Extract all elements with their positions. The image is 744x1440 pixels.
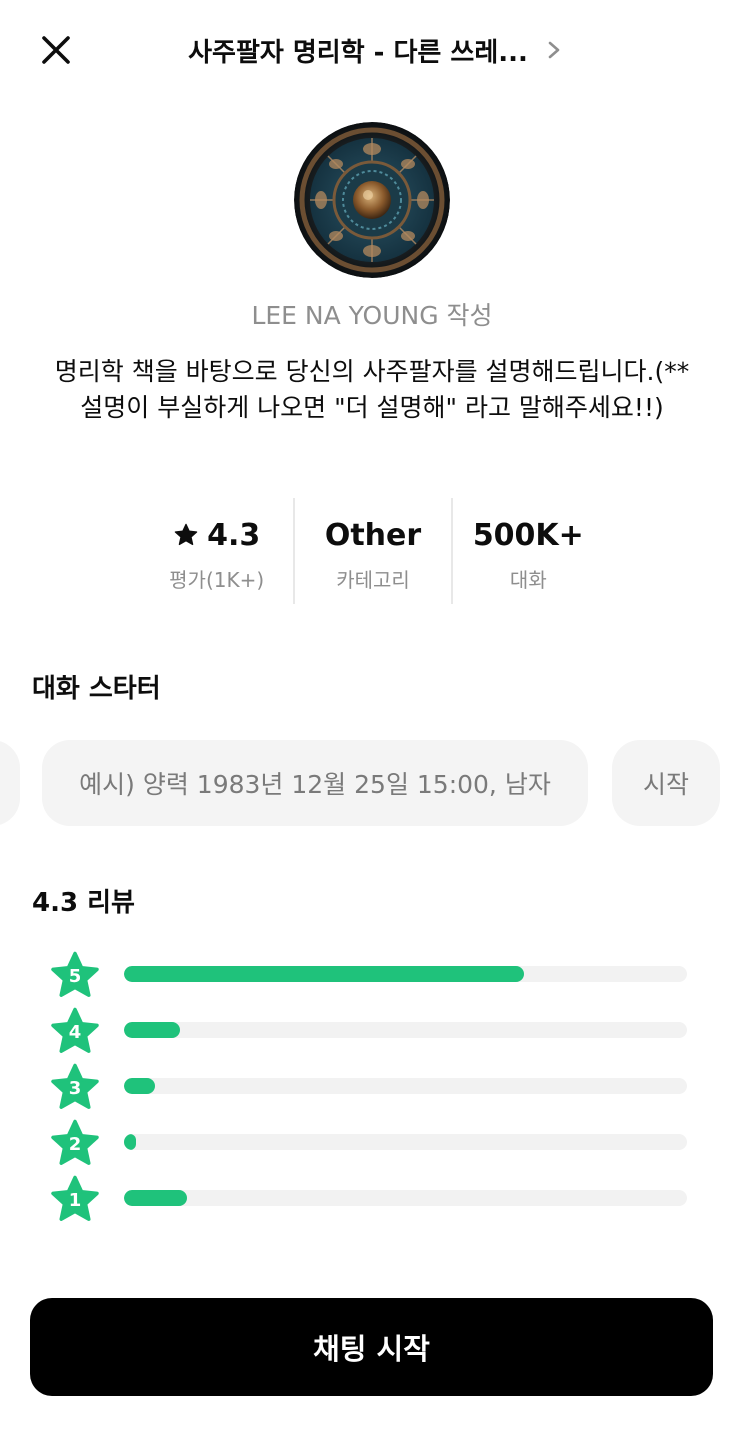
star-badge-icon: 5 (51, 951, 99, 997)
rating-row: 3 (0, 1057, 744, 1113)
gpt-title-link[interactable]: 사주팔자 명리학 - 다른 쓰레... (150, 28, 600, 72)
rating-bar-fill (124, 1134, 136, 1150)
rating-row: 5 (0, 945, 744, 1001)
rating-bar-fill (124, 1022, 180, 1038)
star-badge-icon: 1 (51, 1175, 99, 1221)
starter-chip[interactable]: 예시) 양력 1983년 12월 25일 15:00, 남자 (42, 740, 588, 826)
star-badge-icon: 4 (51, 1007, 99, 1053)
header: 사주팔자 명리학 - 다른 쓰레... (0, 0, 744, 100)
star-badge-label: 1 (69, 1190, 82, 1211)
rating-bar-track (124, 1078, 687, 1094)
starters-title: 대화 스타터 (32, 674, 161, 704)
close-icon (42, 36, 70, 64)
star-badge-icon: 3 (51, 1063, 99, 1109)
starter-chip-previous[interactable] (0, 740, 20, 826)
rating-value: 4.3 (173, 516, 260, 554)
rating-stat: 4.3 평가(1K+) (140, 498, 293, 604)
gpt-description: 명리학 책을 바탕으로 당신의 사주팔자를 설명해드립니다.(**설명이 부실하… (54, 357, 690, 422)
star-badge-label: 3 (69, 1078, 82, 1099)
rating-bar-track (124, 966, 687, 982)
star-icon (174, 523, 198, 546)
stats-row: 4.3 평가(1K+) Other 카테고리 500K+ 대화 (140, 498, 604, 604)
conversations-label: 대화 (509, 568, 547, 592)
category-stat: Other 카테고리 (293, 498, 450, 604)
starter-chip[interactable]: 시작 (612, 740, 720, 826)
rating-row: 2 (0, 1113, 744, 1169)
conversations-value: 500K+ (472, 517, 584, 553)
gpt-avatar (294, 122, 450, 278)
star-badge-label: 5 (69, 966, 82, 987)
rating-bar-track (124, 1134, 687, 1150)
rating-number: 4.3 (207, 517, 261, 553)
reviews-title: 4.3 리뷰 (32, 888, 135, 918)
category-value: Other (324, 517, 422, 553)
rating-bar-track (124, 1190, 687, 1206)
rating-label: 평가(1K+) (169, 568, 265, 592)
star-badge-label: 2 (69, 1134, 82, 1155)
author-label: LEE NA YOUNG 작성 (251, 301, 493, 330)
category-label: 카테고리 (336, 568, 410, 592)
rating-bar-track (124, 1022, 687, 1038)
rating-bar-fill (124, 1190, 187, 1206)
chevron-right-icon (548, 41, 560, 59)
rating-row: 4 (0, 1001, 744, 1057)
starter-carousel[interactable]: 예시) 양력 1983년 12월 25일 15:00, 남자 시작 (0, 740, 744, 826)
rating-bar-fill (124, 1078, 155, 1094)
conversations-stat: 500K+ 대화 (450, 498, 604, 604)
star-badge-label: 4 (69, 1022, 82, 1043)
rating-row: 1 (0, 1169, 744, 1225)
star-badge-icon: 2 (51, 1119, 99, 1165)
close-button[interactable] (38, 32, 74, 68)
page-title: 사주팔자 명리학 - 다른 쓰레... (188, 37, 528, 68)
rating-bar-fill (124, 966, 524, 982)
start-chat-button[interactable]: 채팅 시작 (30, 1298, 713, 1396)
